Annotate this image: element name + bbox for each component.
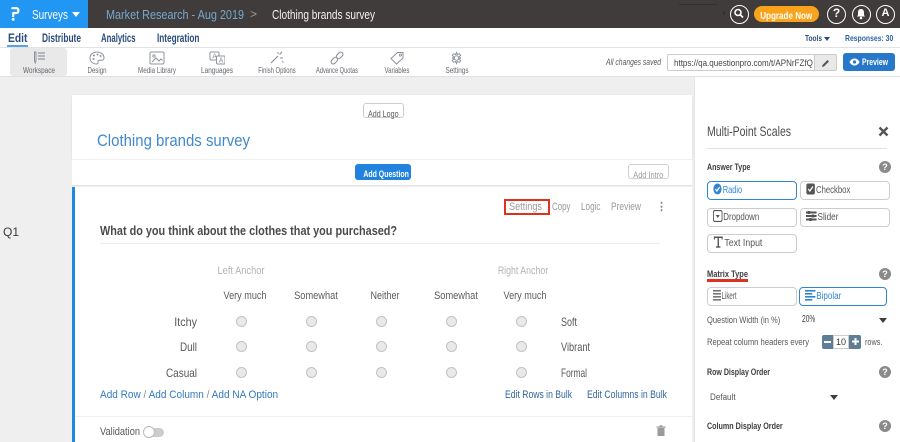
svg-text:A: A	[219, 58, 224, 65]
